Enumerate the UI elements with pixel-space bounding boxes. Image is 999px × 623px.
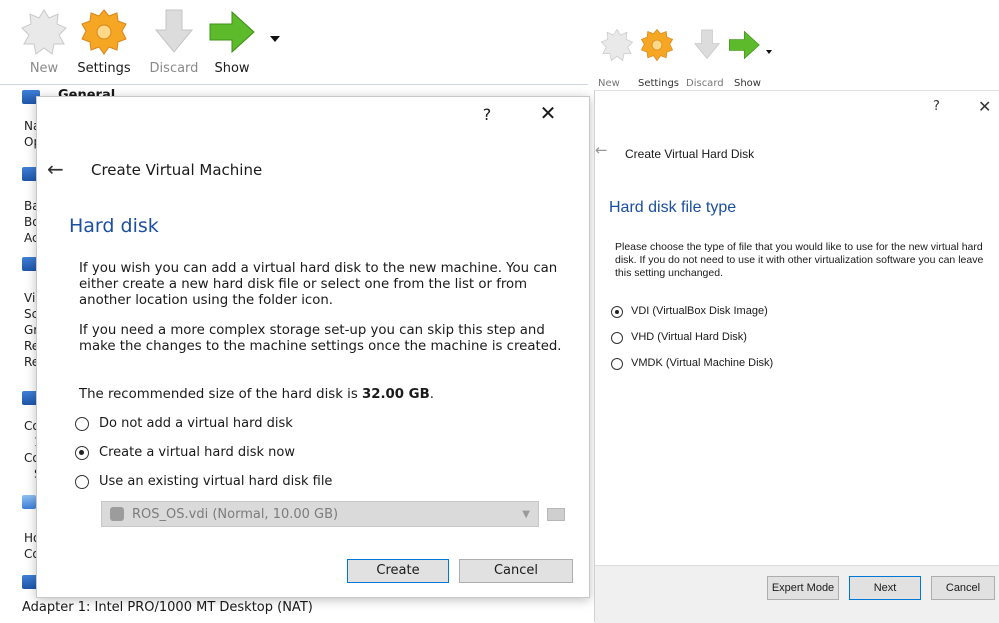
show-arrow-icon	[729, 30, 760, 60]
folder-icon	[547, 508, 565, 521]
radio-button[interactable]	[75, 475, 89, 489]
option-label: Do not add a virtual hard disk	[99, 416, 293, 431]
new-label: New	[598, 78, 620, 89]
gear-icon	[81, 9, 127, 55]
storage-paragraph: If you need a more complex storage set-u…	[79, 323, 562, 354]
secondary-toolbar: New Settings Discard Show	[594, 20, 999, 90]
close-icon[interactable]: ✕	[978, 97, 991, 116]
settings-label: Settings	[77, 61, 131, 76]
show-arrow-icon	[209, 10, 255, 54]
create-virtual-hard-disk-dialog: ? ✕ ← Create Virtual Hard Disk Hard disk…	[594, 90, 999, 623]
wizard-button-bar: Expert Mode Next Cancel	[595, 565, 999, 623]
radio-button[interactable]	[611, 358, 623, 370]
back-arrow-icon[interactable]: ←	[47, 157, 64, 181]
wizard-breadcrumb: Create Virtual Machine	[91, 161, 263, 179]
file-type-description: Please choose the type of file that you …	[615, 241, 984, 279]
audio-icon	[22, 495, 36, 509]
existing-disk-select[interactable]: ROS_OS.vdi (Normal, 10.00 GB) ▼	[101, 501, 539, 527]
main-toolbar: New Settings Discard Show	[0, 0, 588, 84]
show-dropdown-icon[interactable]	[766, 50, 772, 54]
discard-arrow-icon	[694, 29, 720, 60]
settings-button[interactable]: Settings	[72, 8, 136, 78]
option-label: VMDK (Virtual Machine Disk)	[631, 357, 774, 369]
show-button[interactable]: Show	[200, 8, 264, 78]
radio-button-selected[interactable]	[611, 306, 623, 318]
choose-disk-folder-button[interactable]	[545, 503, 567, 523]
recommended-prefix: The recommended size of the hard disk is	[79, 387, 362, 402]
option-label: Create a virtual hard disk now	[99, 445, 295, 460]
new-label: New	[29, 61, 59, 76]
hard-disk-icon	[110, 507, 124, 521]
help-button[interactable]: ?	[933, 99, 940, 114]
existing-disk-value: ROS_OS.vdi (Normal, 10.00 GB)	[132, 507, 339, 522]
network-adapter-line: Adapter 1: Intel PRO/1000 MT Desktop (NA…	[22, 600, 313, 615]
help-button[interactable]: ?	[477, 105, 497, 124]
discard-label: Discard	[686, 78, 724, 89]
option-label: Use an existing virtual hard disk file	[99, 474, 333, 489]
cancel-button[interactable]: Cancel	[459, 559, 573, 583]
chevron-down-icon: ▼	[522, 509, 530, 520]
wizard-breadcrumb: Create Virtual Hard Disk	[625, 147, 755, 161]
detail-fragment: Vi	[24, 291, 36, 305]
recommended-suffix: .	[429, 387, 434, 402]
back-arrow-icon[interactable]: ←	[595, 141, 608, 159]
intro-paragraph: If you wish you can add a virtual hard d…	[79, 261, 558, 308]
expert-mode-button[interactable]: Expert Mode	[767, 576, 839, 600]
radio-button[interactable]	[75, 417, 89, 431]
new-icon	[600, 28, 634, 62]
option-label: VDI (VirtualBox Disk Image)	[631, 305, 768, 317]
show-dropdown-icon[interactable]	[270, 36, 280, 42]
show-label: Show	[734, 78, 761, 89]
create-vm-dialog: ? ✕ ← Create Virtual Machine Hard disk I…	[36, 96, 590, 598]
option-label: VHD (Virtual Hard Disk)	[631, 331, 747, 343]
page-title: Hard disk	[69, 215, 159, 237]
radio-button-selected[interactable]	[75, 446, 89, 460]
new-icon	[21, 9, 67, 55]
discard-label: Discard	[149, 61, 199, 76]
gear-icon	[640, 28, 674, 62]
discard-arrow-icon	[154, 9, 194, 53]
settings-label: Settings	[638, 78, 680, 89]
show-label: Show	[214, 61, 250, 76]
radio-button[interactable]	[611, 332, 623, 344]
close-icon[interactable]: ✕	[535, 101, 561, 125]
create-button[interactable]: Create	[347, 559, 449, 583]
discard-button[interactable]: Discard	[142, 8, 206, 78]
recommended-size-text: The recommended size of the hard disk is…	[79, 387, 575, 403]
cancel-button[interactable]: Cancel	[931, 576, 995, 600]
next-button[interactable]: Next	[849, 576, 921, 600]
new-button[interactable]: New	[12, 8, 76, 78]
page-title: Hard disk file type	[609, 199, 737, 216]
recommended-size-value: 32.00 GB	[361, 387, 430, 402]
